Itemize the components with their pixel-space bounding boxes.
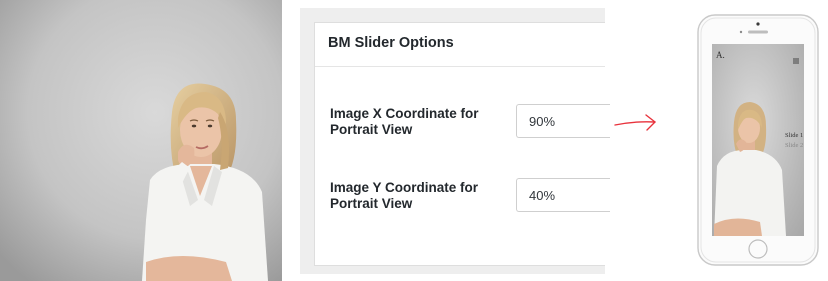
image-x-coordinate-label: Image X Coordinate for Portrait View [330,106,479,137]
bm-slider-options-panel: BM Slider Options Image X Coordinate for… [314,22,610,266]
slide-2-label[interactable]: Slide 2 [785,142,803,149]
image-y-coordinate-input[interactable] [516,178,610,212]
slide-1-label[interactable]: Slide 1 [785,132,803,139]
screen-logo: A. [716,50,725,60]
arrow-right-icon [612,110,660,139]
image-y-coordinate-label: Image Y Coordinate for Portrait View [330,180,479,211]
phone-mockup: A. Slide 1 Slide 2 [697,14,819,266]
woman-photo [0,0,282,281]
settings-panel-background: BM Slider Options Image X Coordinate for… [300,8,610,274]
panel-title: BM Slider Options [315,23,605,67]
phone-screen: A. Slide 1 Slide 2 [712,44,804,236]
image-x-coordinate-input[interactable] [516,104,610,138]
hamburger-menu-icon[interactable] [793,51,799,64]
